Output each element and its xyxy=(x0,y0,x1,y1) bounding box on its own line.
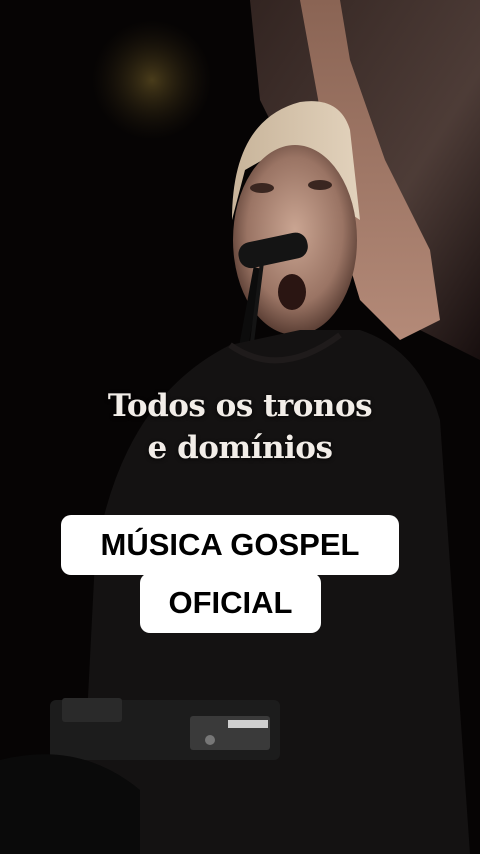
caption-line-2: OFICIAL xyxy=(140,573,321,633)
video-frame[interactable]: Todos os tronos e domínios MÚSICA GOSPEL… xyxy=(0,0,480,854)
caption-line-1: MÚSICA GOSPEL xyxy=(61,515,399,575)
concert-scene-image xyxy=(0,0,480,854)
lyric-line-1: Todos os tronos xyxy=(107,388,373,424)
lyric-line-2: e domínios xyxy=(147,430,333,466)
